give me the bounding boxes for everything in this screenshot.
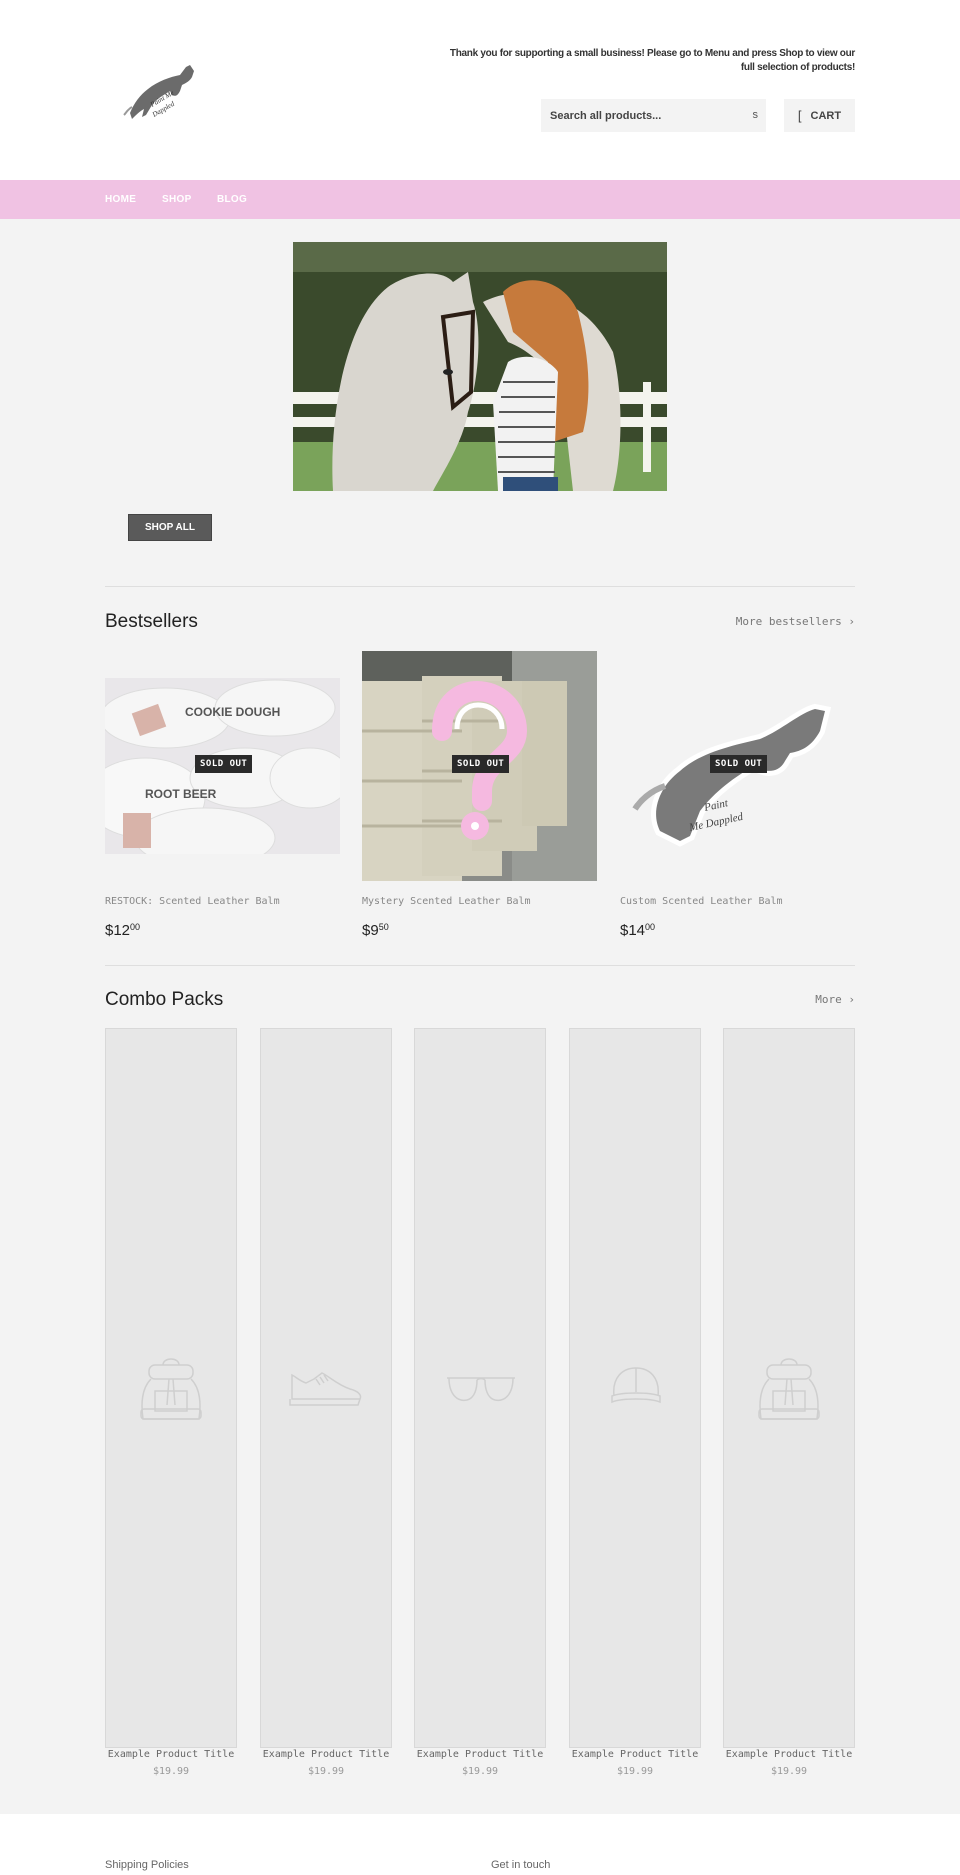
combo-product-title[interactable]: Example Product Title (105, 1749, 237, 1760)
combo-packs-title: Combo Packs (105, 989, 224, 1010)
store-logo[interactable]: Paint Me Dappled (120, 55, 205, 125)
shop-all-button[interactable]: SHOP ALL (128, 514, 212, 541)
product-price: $950 (362, 922, 389, 939)
combo-product-title[interactable]: Example Product Title (723, 1749, 855, 1760)
sold-out-badge: SOLD OUT (452, 755, 510, 773)
price-main: $9 (362, 922, 379, 939)
combo-product-price: $19.99 (770, 1766, 808, 1777)
price-main: $12 (105, 922, 131, 939)
search-form: s (541, 99, 766, 132)
product-price: $1400 (620, 922, 655, 939)
site-footer: Shipping Policies Get in touch (0, 1814, 960, 1875)
sold-out-badge: SOLD OUT (710, 755, 768, 773)
more-combo-packs-link[interactable]: More › (815, 993, 855, 1006)
section-divider (105, 586, 855, 587)
site-header: Paint Me Dappled Thank you for supportin… (0, 0, 960, 180)
more-bestsellers-link[interactable]: More bestsellers › (736, 615, 855, 628)
product-price: $1200 (105, 922, 140, 939)
combo-product-price: $19.99 (152, 1766, 190, 1777)
footer-shipping-heading: Shipping Policies (105, 1859, 189, 1871)
main-nav: HOME SHOP BLOG (0, 180, 960, 219)
combo-product-price: $19.99 (461, 1766, 499, 1777)
nav-item-blog[interactable]: BLOG (217, 194, 247, 205)
search-icon[interactable]: s (753, 109, 759, 121)
product-title[interactable]: Custom Scented Leather Balm (620, 896, 783, 907)
footer-contact-heading: Get in touch (491, 1859, 551, 1871)
cart-label: CART (810, 109, 842, 122)
cart-icon: [ (797, 108, 802, 123)
nav-item-home[interactable]: HOME (105, 194, 136, 205)
hero-image (293, 242, 667, 491)
price-cents: 00 (645, 922, 656, 932)
svg-text:ROOT BEER: ROOT BEER (145, 787, 217, 801)
product-title[interactable]: RESTOCK: Scented Leather Balm (105, 896, 280, 907)
search-input[interactable] (541, 99, 731, 132)
nav-item-shop[interactable]: SHOP (162, 194, 192, 205)
combo-product-title[interactable]: Example Product Title (414, 1749, 546, 1760)
svg-text:COOKIE DOUGH: COOKIE DOUGH (185, 705, 280, 719)
combo-product-price: $19.99 (307, 1766, 345, 1777)
product-title[interactable]: Mystery Scented Leather Balm (362, 896, 531, 907)
backpack-icon (140, 1358, 202, 1420)
glasses-icon (447, 1377, 515, 1402)
cart-button[interactable]: [ CART (784, 99, 855, 132)
bestsellers-title: Bestsellers (105, 611, 198, 632)
combo-product-title[interactable]: Example Product Title (260, 1749, 392, 1760)
price-main: $14 (620, 922, 646, 939)
header-tagline: Thank you for supporting a small busines… (449, 48, 855, 73)
price-cents: 50 (378, 922, 389, 932)
price-cents: 00 (130, 922, 141, 932)
section-divider (105, 965, 855, 966)
cap-icon (611, 1367, 661, 1404)
combo-product-title[interactable]: Example Product Title (569, 1749, 701, 1760)
sneaker-icon (289, 1372, 362, 1406)
sold-out-badge: SOLD OUT (195, 755, 253, 773)
backpack-icon (758, 1358, 820, 1420)
combo-product-price: $19.99 (616, 1766, 654, 1777)
